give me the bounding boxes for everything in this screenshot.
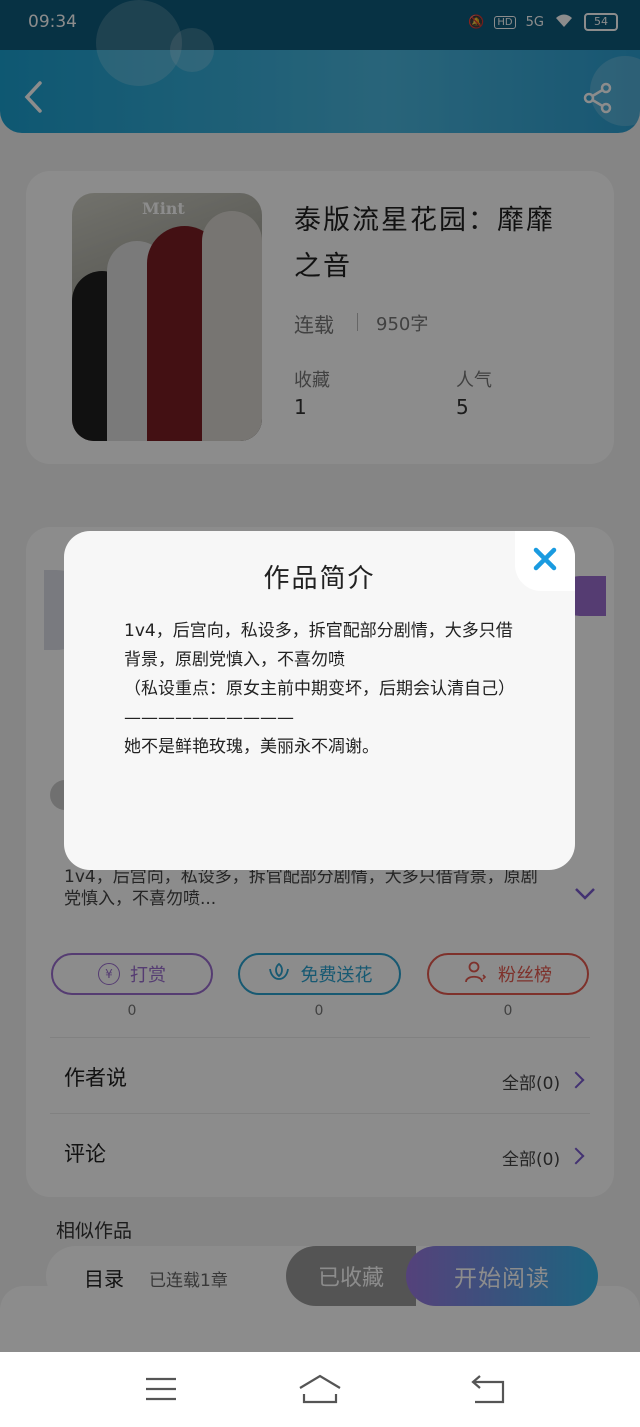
synopsis-dialog: 作品简介 1v4，后宫向，私设多，拆官配部分剧情，大多只借背景，原剧党慎入，不喜… [64,531,575,870]
dialog-body: 1v4，后宫向，私设多，拆官配部分剧情，大多只借背景，原剧党慎入，不喜勿喷 （私… [124,617,524,762]
menu-icon[interactable] [145,1376,177,1406]
synopsis-line: （私设重点：原女主前中期变坏，后期会认清自己） [124,679,515,699]
synopsis-line: —————————— [124,708,294,728]
system-nav-bar [0,1352,640,1427]
back-nav-icon[interactable] [470,1374,506,1408]
synopsis-line: 1v4，后宫向，私设多，拆官配部分剧情，大多只借背景，原剧党慎入，不喜勿喷 [124,621,513,670]
dialog-title: 作品简介 [263,564,376,594]
synopsis-line: 她不是鲜艳玫瑰，美丽永不凋谢。 [124,737,379,757]
close-button[interactable] [515,531,575,591]
close-icon [532,546,558,576]
home-icon[interactable] [298,1374,342,1408]
